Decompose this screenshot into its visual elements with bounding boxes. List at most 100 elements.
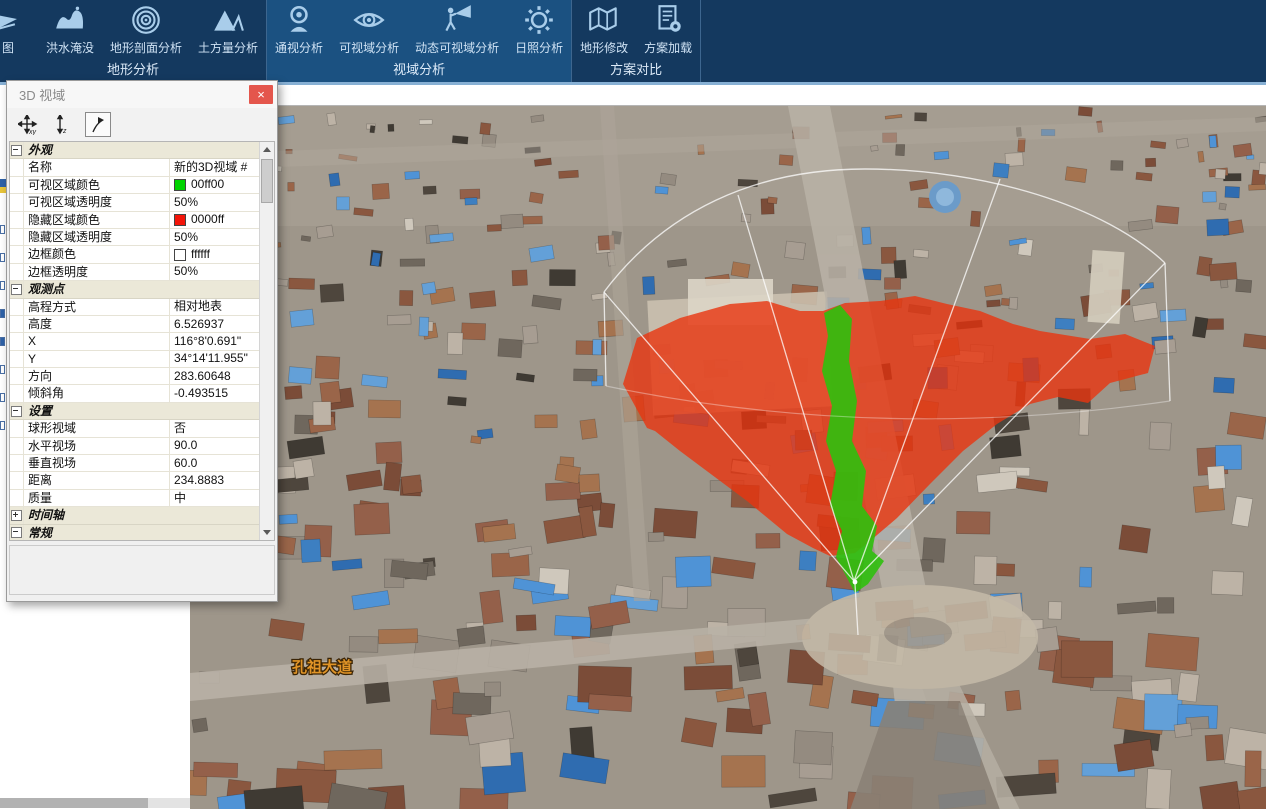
grid-section-观测点[interactable]: 观测点: [10, 281, 274, 298]
terrain-edit-icon: [587, 3, 621, 37]
plan-load-icon: [651, 3, 685, 37]
grid-row-质量[interactable]: 质量中: [10, 490, 274, 507]
collapse-icon[interactable]: [11, 406, 22, 417]
panel-toolbar: xy z: [7, 108, 277, 141]
map-3d-viewport[interactable]: 孔祖大道: [190, 105, 1266, 809]
grid-row-高程方式[interactable]: 高程方式相对地表: [10, 299, 274, 316]
grid-row-球形视域[interactable]: 球形视域否: [10, 420, 274, 437]
ribbon-button-terrain-edit[interactable]: 地形修改: [572, 0, 636, 56]
property-description-area: [9, 545, 275, 595]
color-swatch: [174, 249, 186, 261]
pick-point-tool[interactable]: [85, 112, 111, 137]
grid-row-名称[interactable]: 名称新的3D视域 #: [10, 159, 274, 176]
scrollbar-thumb[interactable]: [261, 159, 273, 203]
collapse-icon[interactable]: [11, 284, 22, 295]
ribbon-button-label: 图: [2, 39, 14, 56]
move-xy-tool[interactable]: xy: [15, 112, 41, 137]
grid-row-垂直视场[interactable]: 垂直视场60.0: [10, 455, 274, 472]
property-name: 高程方式: [24, 299, 170, 315]
property-name: 距离: [24, 472, 170, 488]
grid-section-设置[interactable]: 设置: [10, 403, 274, 420]
ribbon-group-3: 地形修改方案加载方案对比: [572, 0, 700, 82]
grid-row-倾斜角[interactable]: 倾斜角-0.493515: [10, 385, 274, 402]
section-label: 设置: [24, 403, 274, 419]
grid-section-常规[interactable]: 常规: [10, 525, 274, 541]
ribbon-button-clipped-tool[interactable]: 图: [0, 0, 38, 56]
ribbon-button-label: 地形剖面分析: [110, 39, 182, 56]
grid-row-可视区域颜色[interactable]: 可视区域颜色00ff00: [10, 177, 274, 194]
grid-row-高度[interactable]: 高度6.526937: [10, 316, 274, 333]
property-name: 隐藏区域透明度: [24, 229, 170, 245]
ribbon-button-label: 土方量分析: [198, 39, 258, 56]
svg-text:z: z: [62, 128, 67, 135]
grid-row-X[interactable]: X116°8'0.691": [10, 333, 274, 350]
ribbon-button-plan-load[interactable]: 方案加载: [636, 0, 700, 56]
ribbon-button-sightline[interactable]: 通视分析: [267, 0, 331, 56]
svg-text:xy: xy: [28, 129, 37, 135]
property-name: Y: [24, 351, 170, 367]
property-name: 球形视域: [24, 420, 170, 436]
section-label: 外观: [24, 142, 274, 158]
ribbon-button-viewshed[interactable]: 可视域分析: [331, 0, 407, 56]
panel-title-bar[interactable]: 3D 视域 ×: [7, 81, 277, 108]
terrain-profile-icon: [129, 3, 163, 37]
dynamic-viewshed-icon: [440, 3, 474, 37]
ribbon-button-terrain-profile[interactable]: 地形剖面分析: [102, 0, 190, 56]
vertical-scrollbar[interactable]: [259, 142, 274, 540]
flood-icon: [53, 3, 87, 37]
ribbon-group-label: 方案对比: [610, 59, 662, 82]
move-z-tool[interactable]: z: [50, 112, 76, 137]
grid-row-可视区域透明度[interactable]: 可视区域透明度50%: [10, 194, 274, 211]
ribbon-button-sunlight[interactable]: 日照分析: [507, 0, 571, 56]
property-name: 边框颜色: [24, 246, 170, 262]
property-name: 可视区域透明度: [24, 194, 170, 210]
close-icon[interactable]: ×: [249, 85, 273, 104]
viewshed-3d-panel: 3D 视域 × xy z 外观名称新的3D视域 #可视区域颜色00ff00可视区域…: [6, 80, 278, 602]
grid-row-水平视场[interactable]: 水平视场90.0: [10, 438, 274, 455]
grid-row-方向[interactable]: 方向283.60648: [10, 368, 274, 385]
grid-row-距离[interactable]: 距离234.8883: [10, 472, 274, 489]
map-3d-scene[interactable]: 孔祖大道: [190, 106, 1266, 809]
property-name: 倾斜角: [24, 385, 170, 401]
grid-row-Y[interactable]: Y34°14'11.955": [10, 351, 274, 368]
ribbon-button-label: 可视域分析: [339, 39, 399, 56]
panel-title: 3D 视域: [19, 85, 65, 104]
ribbon-button-label: 洪水淹没: [46, 39, 94, 56]
earthwork-icon: [211, 3, 245, 37]
expand-icon[interactable]: [11, 510, 22, 521]
grid-section-时间轴[interactable]: 时间轴: [10, 507, 274, 524]
grid-section-外观[interactable]: 外观: [10, 142, 274, 159]
ribbon-button-label: 通视分析: [275, 39, 323, 56]
scroll-down-arrow[interactable]: [260, 525, 274, 540]
scroll-up-arrow[interactable]: [260, 142, 274, 157]
property-name: 水平视场: [24, 438, 170, 454]
horizontal-scrollbar[interactable]: [0, 798, 190, 808]
collapse-icon[interactable]: [11, 145, 22, 156]
color-swatch: [174, 214, 186, 226]
ribbon-button-label: 方案加载: [644, 39, 692, 56]
grid-row-边框透明度[interactable]: 边框透明度50%: [10, 264, 274, 281]
app-window: { "ribbon": { "groups": [ { "label": "地形…: [0, 0, 1266, 809]
scrollbar-thumb[interactable]: [0, 798, 148, 808]
grid-row-边框颜色[interactable]: 边框颜色ffffff: [10, 246, 274, 263]
move-xy-icon: xy: [18, 115, 38, 135]
ribbon-group-2: 通视分析可视域分析动态可视域分析日照分析视域分析: [267, 0, 571, 82]
property-name: X: [24, 333, 170, 349]
ribbon-button-flood[interactable]: 洪水淹没: [38, 0, 102, 56]
property-name: 名称: [24, 159, 170, 175]
ribbon-button-earthwork[interactable]: 土方量分析: [190, 0, 266, 56]
observer-point: [853, 580, 858, 585]
property-name: 质量: [24, 490, 170, 506]
sunlight-icon: [522, 3, 556, 37]
property-name: 可视区域颜色: [24, 177, 170, 193]
ribbon-button-dynamic-viewshed[interactable]: 动态可视域分析: [407, 0, 507, 56]
ribbon-group-1: 图洪水淹没地形剖面分析土方量分析地形分析: [0, 0, 266, 82]
collapse-icon[interactable]: [11, 527, 22, 538]
grid-row-隐藏区域颜色[interactable]: 隐藏区域颜色0000ff: [10, 212, 274, 229]
grid-row-隐藏区域透明度[interactable]: 隐藏区域透明度50%: [10, 229, 274, 246]
ribbon-button-label: 日照分析: [515, 39, 563, 56]
property-name: 方向: [24, 368, 170, 384]
road-label: 孔祖大道: [292, 658, 352, 676]
property-name: 垂直视场: [24, 455, 170, 471]
property-name: 边框透明度: [24, 264, 170, 280]
